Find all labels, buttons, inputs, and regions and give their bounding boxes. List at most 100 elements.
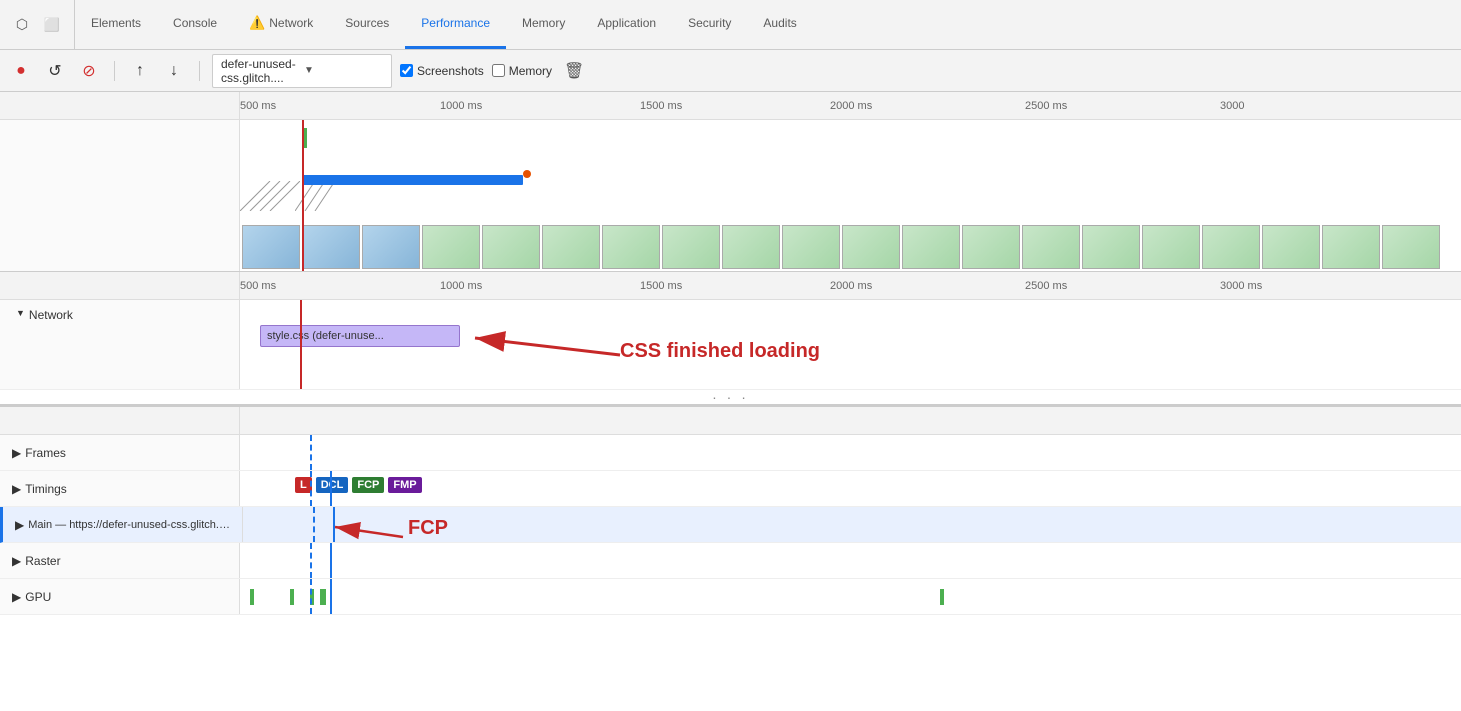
gpu-dashed-line [310,579,312,614]
bottom-ruler [0,407,1461,435]
screenshot-thumb [482,225,540,269]
network-red-line [300,300,302,389]
ruler2-label-3000: 3000 ms [1220,280,1262,292]
url-select[interactable]: defer-unused-css.glitch.... ▼ [212,54,392,88]
screenshot-thumb [1022,225,1080,269]
ruler2-labels: 500 ms 1000 ms 1500 ms 2000 ms 2500 ms 3… [240,272,1461,299]
gpu-text: GPU [25,590,51,604]
tab-security[interactable]: Security [672,0,747,49]
network-label: ▼ Network [0,300,240,389]
tab-security-label: Security [688,16,731,30]
main-blue-line [333,507,335,542]
screenshots-strip [240,223,1461,271]
fcp-arrow [243,507,543,542]
frames-dashed-line [310,435,312,470]
toolbar-divider-1 [114,61,115,81]
tab-bar: ⬡ ⬜ Elements Console ⚠️ Network Sources … [0,0,1461,50]
screenshot-thumb [1382,225,1440,269]
frames-row: ▶ Frames [0,435,1461,471]
ruler2-label-1500: 1500 ms [640,280,682,292]
gpu-blue-line [330,579,332,614]
url-value: defer-unused-css.glitch.... [221,57,300,85]
tab-network[interactable]: ⚠️ Network [233,0,329,49]
memory-checkbox-group[interactable]: Memory [492,64,552,78]
tab-memory[interactable]: Memory [506,0,581,49]
gpu-bar-4 [320,589,326,605]
timings-dashed-line [310,471,312,506]
screenshot-thumb [1082,225,1140,269]
screenshot-thumb [242,225,300,269]
upload-button[interactable]: ↑ [127,58,153,84]
frames-canvas [240,435,1461,470]
ruler2-label-2000: 2000 ms [830,280,872,292]
network-canvas[interactable]: style.css (defer-unuse... CSS finished l… [240,300,1461,389]
reload-button[interactable]: ↺ [42,58,68,84]
hatch-pattern [240,181,300,211]
frames-collapse-icon[interactable]: ▶ [12,446,21,460]
screenshot-thumb [422,225,480,269]
network-collapse-icon[interactable]: ▼ [16,308,25,318]
timings-collapse-icon[interactable]: ▶ [12,482,21,496]
main-label: ▶ Main — https://defer-unused-css.glitch… [3,507,243,542]
tab-performance[interactable]: Performance [405,0,506,49]
gpu-bar-1 [250,589,254,605]
css-finished-annotation: CSS finished loading [620,340,820,363]
screenshot-thumb [1322,225,1380,269]
main-content: 500 ms 1000 ms 1500 ms 2000 ms 2500 ms 3… [0,92,1461,711]
stop-button[interactable]: ⊘ [76,58,102,84]
tab-memory-label: Memory [522,16,565,30]
network-section: 500 ms 1000 ms 1500 ms 2000 ms 2500 ms 3… [0,272,1461,406]
cursor-icon[interactable]: ⬡ [10,13,34,37]
overview-chart[interactable] [240,120,1461,271]
toolbar-divider-2 [199,61,200,81]
ruler-bottom-top: 500 ms 1000 ms 1500 ms 2000 ms 2500 ms 3… [0,272,1461,300]
devtools-icons: ⬡ ⬜ [0,0,75,49]
main-row: ▶ Main — https://defer-unused-css.glitch… [0,507,1461,543]
tab-audits[interactable]: Audits [747,0,812,49]
tab-console-label: Console [173,16,217,30]
bottom-rows: ▶ Frames ▶ Timings [0,435,1461,636]
gpu-canvas [240,579,1461,614]
screenshot-thumb [542,225,600,269]
badge-fcp: FCP [352,477,384,493]
ruler-labels-top: 500 ms 1000 ms 1500 ms 2000 ms 2500 ms 3… [240,92,1461,119]
main-dashed-line [313,507,315,542]
screenshots-checkbox-group[interactable]: Screenshots [400,64,484,78]
download-button[interactable]: ↓ [161,58,187,84]
screenshot-thumb [782,225,840,269]
bottom-section: ▶ Frames ▶ Timings [0,406,1461,636]
timeline-overview: 500 ms 1000 ms 1500 ms 2000 ms 2500 ms 3… [0,92,1461,272]
raster-collapse-icon[interactable]: ▶ [12,554,21,568]
gpu-row: ▶ GPU [0,579,1461,615]
trash-button[interactable]: 🗑 [564,61,584,81]
style-css-bar[interactable]: style.css (defer-unuse... [260,325,460,347]
separator-dots: · · · [0,390,1461,404]
tab-sources[interactable]: Sources [329,0,405,49]
memory-checkbox[interactable] [492,64,505,77]
raster-label: ▶ Raster [0,543,240,578]
ruler-label-1000: 1000 ms [440,100,482,112]
timings-canvas: L DCL FCP FMP [240,471,1461,506]
ruler-label-2000: 2000 ms [830,100,872,112]
tab-application[interactable]: Application [581,0,672,49]
raster-row: ▶ Raster [0,543,1461,579]
raster-dashed-line [310,543,312,578]
record-button[interactable]: ● [8,58,34,84]
gpu-collapse-icon[interactable]: ▶ [12,590,21,604]
timing-badges: L DCL FCP FMP [295,477,424,493]
raster-blue-line [330,543,332,578]
ruler2-label-2500: 2500 ms [1025,280,1067,292]
screenshot-thumb [1202,225,1260,269]
main-collapse-icon[interactable]: ▶ [15,518,24,532]
tab-audits-label: Audits [763,16,796,30]
ruler-label-500: 500 ms [240,100,276,112]
tab-elements[interactable]: Elements [75,0,157,49]
screenshot-thumb [362,225,420,269]
screenshot-thumb [1142,225,1200,269]
red-marker-line [302,120,304,271]
screenshots-checkbox[interactable] [400,64,413,77]
performance-toolbar: ● ↺ ⊘ ↑ ↓ defer-unused-css.glitch.... ▼ … [0,50,1461,92]
badge-dcl: DCL [316,477,349,493]
tab-console[interactable]: Console [157,0,233,49]
device-icon[interactable]: ⬜ [40,13,64,37]
